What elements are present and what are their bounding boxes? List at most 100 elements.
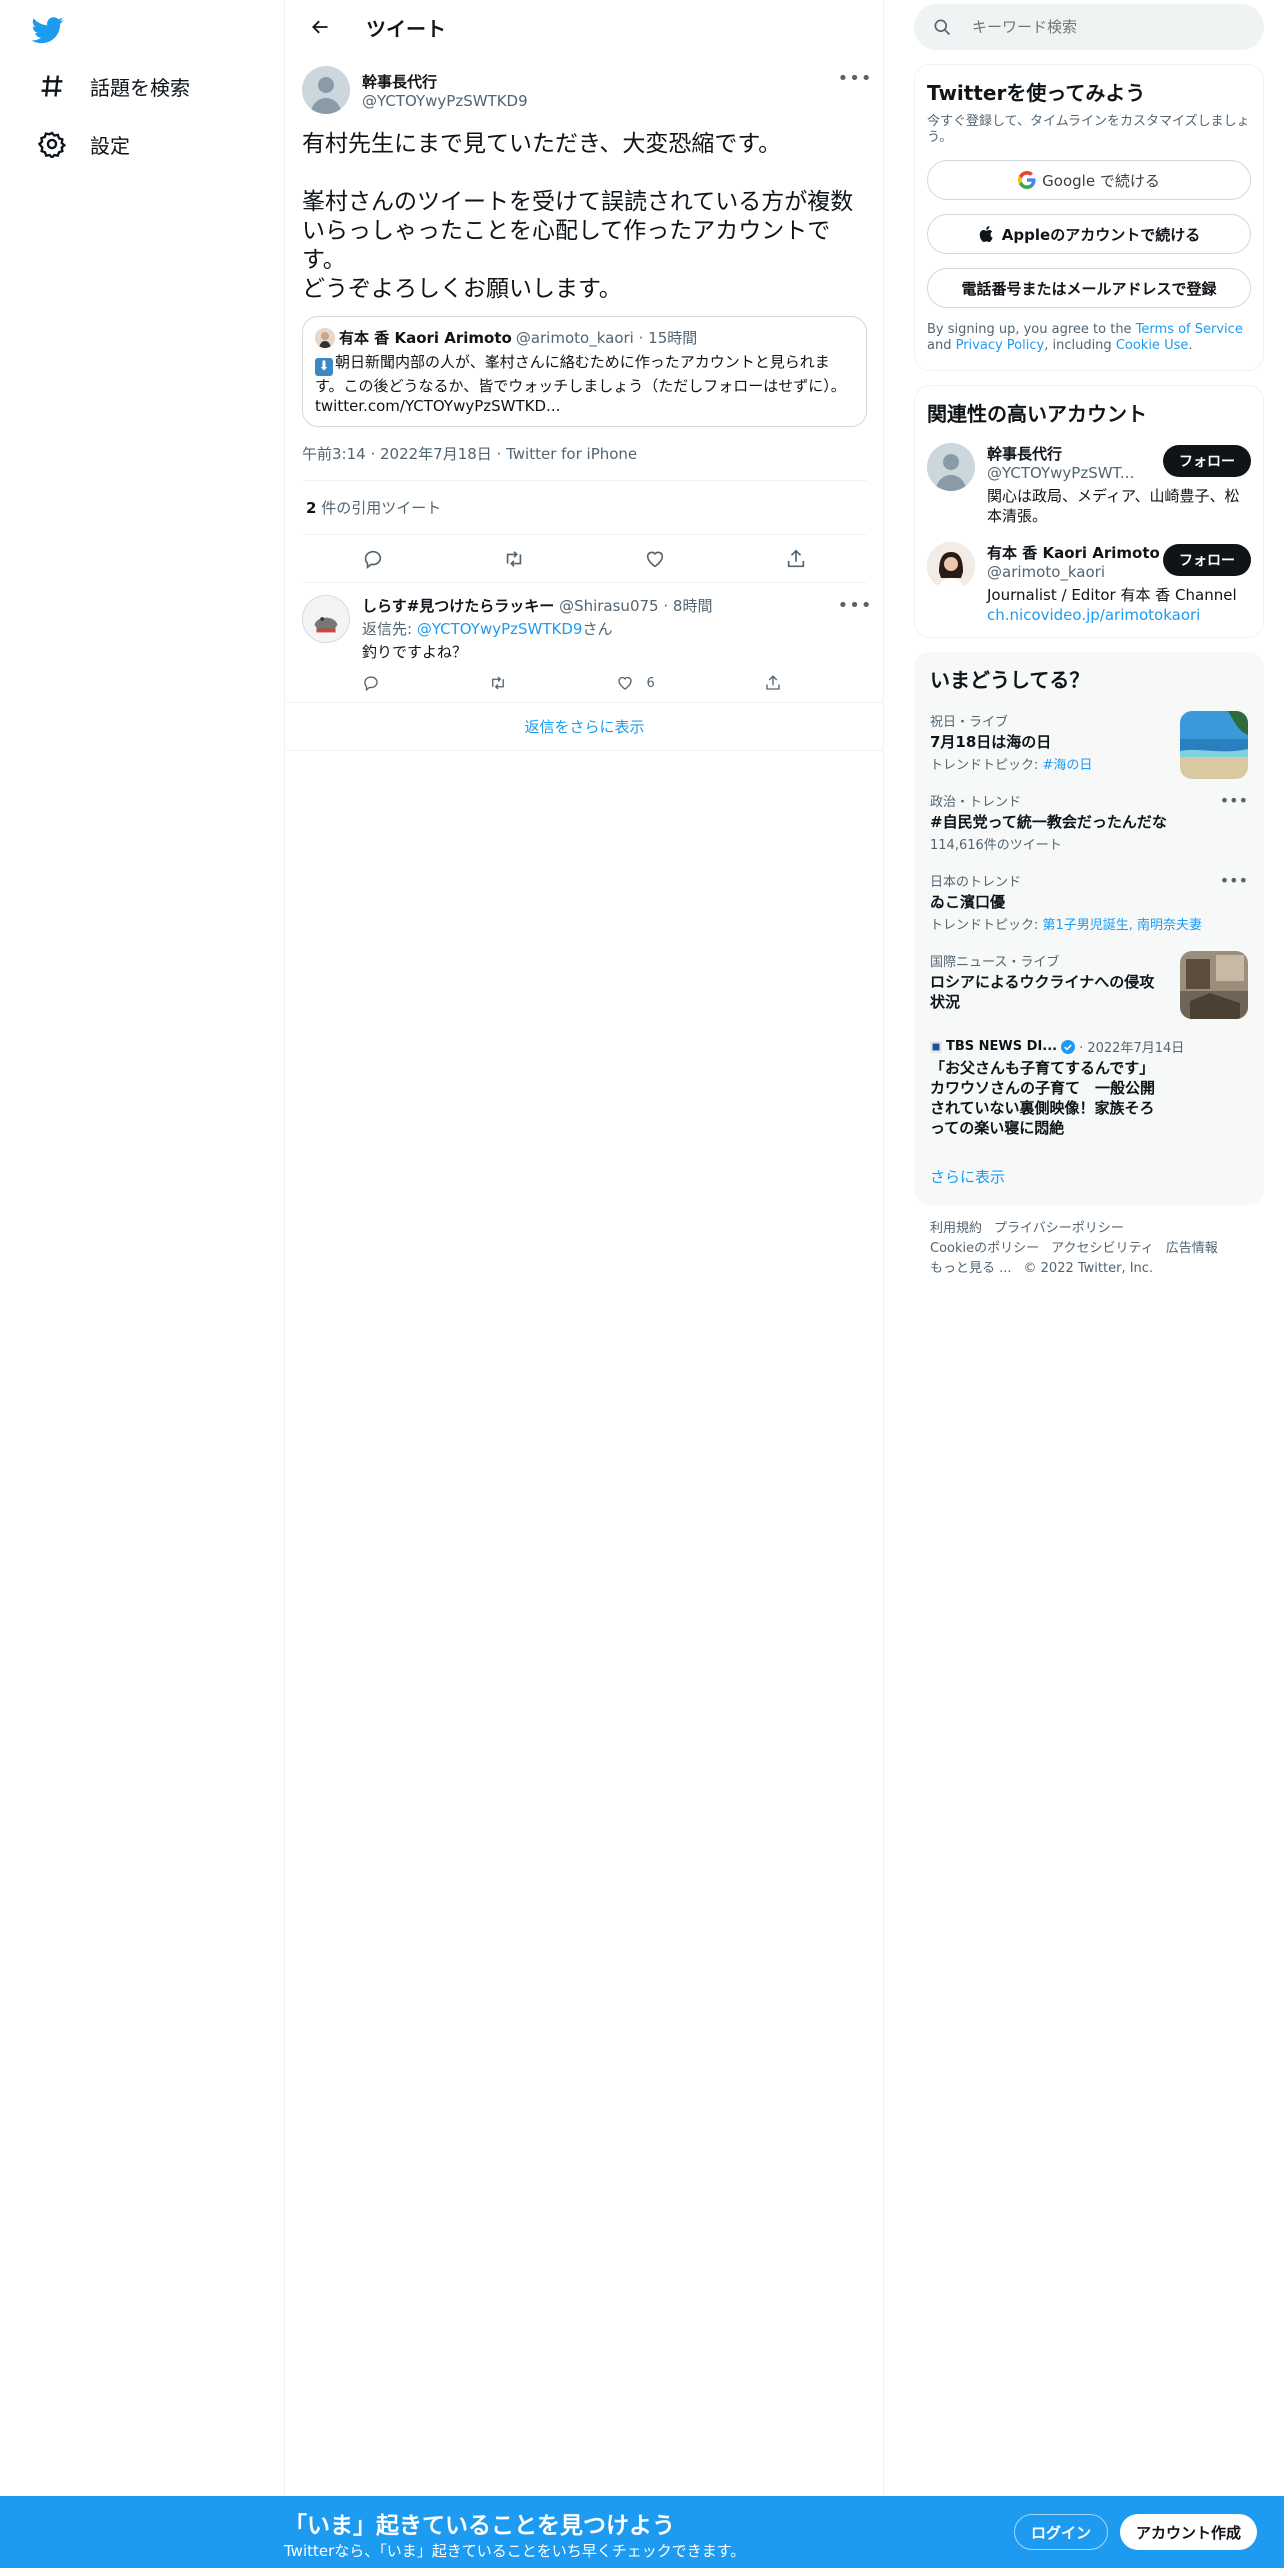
quote-author-handle: @arimoto_kaori	[515, 328, 634, 347]
more-options-icon[interactable]: •••	[1220, 871, 1248, 890]
like-icon[interactable]	[644, 548, 666, 570]
quote-body: ⬇ 朝日新聞内部の人が、峯村さんに絡むために作ったアカウントと見られます。この後ど…	[315, 352, 854, 416]
more-options-icon[interactable]: •••	[1220, 791, 1248, 810]
terms-including: , including	[1044, 338, 1116, 353]
more-options-icon[interactable]: •••	[838, 595, 872, 616]
reply-icon[interactable]	[362, 674, 380, 692]
search-icon	[932, 17, 952, 37]
trend-sub-prefix: トレンドトピック:	[930, 918, 1043, 933]
terms-of-service-link[interactable]: Terms of Service	[1136, 322, 1243, 337]
share-icon[interactable]	[764, 674, 782, 692]
signup-subtitle: 今すぐ登録して、タイムラインをカスタマイズしましょう。	[927, 114, 1250, 145]
quote-tweets-count[interactable]: 2 件の引用ツイート	[302, 481, 867, 535]
like-icon	[616, 674, 634, 692]
reply-to: 返信先: @YCTOYwyPzSWTKD9さん	[362, 618, 867, 639]
news-logo-icon	[930, 1040, 942, 1053]
related-user-bio-text: Journalist / Editor 有本 香 Channel	[987, 586, 1237, 604]
related-user-bio: 関心は政局、メディア、山崎豊子、松本清張。	[987, 487, 1240, 525]
follow-button[interactable]: フォロー	[1163, 544, 1251, 576]
avatar[interactable]	[302, 595, 350, 643]
avatar[interactable]	[302, 66, 350, 114]
quote-count-label: 件の引用ツイート	[316, 499, 442, 517]
phone-email-signup-button[interactable]: 電話番号またはメールアドレスで登録	[927, 268, 1251, 308]
privacy-policy-link[interactable]: Privacy Policy	[956, 338, 1045, 353]
trend-sub-link[interactable]: #海の日	[1043, 758, 1093, 773]
search-input[interactable]	[972, 18, 1232, 36]
tweet-author: 幹事長代行 @YCTOYwyPzSWTKD9 •••	[302, 64, 872, 116]
signup-title: Twitterを使ってみよう	[927, 81, 1146, 105]
retweet-icon[interactable]	[489, 674, 507, 692]
reply-header: しらす#見つけたらラッキー @Shirasu075 · 8時間	[362, 597, 713, 615]
author-name[interactable]: 幹事長代行	[362, 71, 528, 92]
author-handle[interactable]: @YCTOYwyPzSWTKD9	[362, 92, 528, 110]
apple-icon	[978, 225, 996, 243]
share-icon[interactable]	[785, 548, 807, 570]
footer-link[interactable]: Cookieのポリシー	[930, 1241, 1039, 1256]
reply-tweet[interactable]: しらす#見つけたらラッキー @Shirasu075 · 8時間 返信先: @YC…	[286, 583, 883, 703]
reply-time[interactable]: 8時間	[673, 597, 713, 615]
trend-title: #自民党って統一教会だったんだな	[930, 813, 1167, 831]
news-item[interactable]: TBS NEWS DI... · 2022年7月14日 「お父さんも子育てするん…	[930, 1037, 1248, 1138]
trends-show-more-link[interactable]: さらに表示	[930, 1166, 1248, 1193]
bottom-bar-title: 「いま」起きていることを見つけよう	[284, 2513, 675, 2539]
quote-header: 有本 香 Kaori Arimoto @arimoto_kaori · 15時間	[315, 327, 854, 348]
reply-author-handle[interactable]: @Shirasu075	[559, 597, 659, 615]
terms-prefix: By signing up, you agree to the	[927, 322, 1136, 337]
footer-link[interactable]: もっと見る ...	[930, 1261, 1012, 1276]
google-signup-button[interactable]: Google で続ける	[927, 160, 1251, 200]
trend-item[interactable]: 日本のトレンド ゐこ濱口優 トレンドトピック: 第1子男児誕生, 南明奈夫妻 •…	[930, 871, 1248, 933]
show-more-replies-link[interactable]: 返信をさらに表示	[286, 703, 883, 751]
news-title: 「お父さんも子育てするんです」カワウソさんの子育て 一般公開されていない裏側映像…	[930, 1059, 1156, 1137]
twitter-bird-icon[interactable]	[32, 14, 64, 46]
quoted-tweet[interactable]: 有本 香 Kaori Arimoto @arimoto_kaori · 15時間…	[302, 316, 867, 427]
follow-button[interactable]: フォロー	[1163, 445, 1251, 477]
like-count: 6	[646, 675, 655, 691]
left-navigation: 話題を検索 設定	[0, 0, 285, 2496]
trend-item[interactable]: 政治・トレンド #自民党って統一教会だったんだな 114,616件のツイート •…	[930, 791, 1248, 853]
apple-signup-button[interactable]: Appleのアカウントで続ける	[927, 214, 1251, 254]
trend-sub-link[interactable]: 第1子男児誕生, 南明奈夫妻	[1043, 918, 1203, 933]
footer-link[interactable]: 広告情報	[1166, 1241, 1218, 1256]
reply-to-prefix: 返信先:	[362, 620, 417, 638]
cookie-use-link[interactable]: Cookie Use	[1116, 338, 1189, 353]
footer-link[interactable]: アクセシビリティ	[1051, 1241, 1154, 1256]
tweet-timestamp: 午前3:14 · 2022年7月18日 · Twitter for iPhone	[302, 443, 867, 481]
nav-item-explore[interactable]: 話題を検索	[30, 60, 198, 112]
trends-card: いまどうしてる？ 祝日・ライブ 7月18日は海の日 トレンドトピック: #海の日…	[914, 652, 1264, 1205]
retweet-icon[interactable]	[503, 548, 525, 570]
quote-count-number: 2	[306, 499, 317, 517]
reply-text: 釣りですよね？	[362, 643, 468, 661]
search-bar[interactable]	[914, 4, 1264, 50]
reply-author-name[interactable]: しらす#見つけたらラッキー	[362, 597, 554, 615]
related-user[interactable]: 有本 香 Kaori Arimoto @arimoto_kaori Journa…	[927, 542, 1251, 625]
page-header: ツイート	[286, 0, 883, 54]
reply-icon[interactable]	[362, 548, 384, 570]
signup-card: Twitterを使ってみよう 今すぐ登録して、タイムラインをカスタマイズしましょ…	[914, 64, 1264, 371]
trend-title: ロシアによるウクライナへの侵攻状況	[930, 973, 1155, 1011]
google-signup-label: Google で続ける	[1042, 171, 1160, 190]
footer-links: 利用規約 プライバシーポリシー Cookieのポリシー アクセシビリティ 広告情報 も…	[914, 1219, 1264, 1279]
login-button[interactable]: ログイン	[1014, 2514, 1109, 2550]
like-button[interactable]: 6	[616, 674, 655, 692]
footer-link[interactable]: プライバシーポリシー	[994, 1221, 1124, 1236]
related-user[interactable]: 幹事長代行 @YCTOYwyPzSWT... 関心は政局、メディア、山崎豊子、松…	[927, 443, 1251, 526]
create-account-button[interactable]: アカウント作成	[1120, 2514, 1258, 2550]
trend-subtitle: 114,616件のツイート	[930, 838, 1062, 853]
reply-to-handle[interactable]: @YCTOYwyPzSWTKD9	[417, 620, 583, 638]
related-user-bio-link[interactable]: ch.nicovideo.jp/arimotokaori	[987, 606, 1200, 624]
trend-sub-prefix: トレンドトピック:	[930, 758, 1043, 773]
main-tweet: 幹事長代行 @YCTOYwyPzSWTKD9 ••• 有村先生にまで見ていただき…	[286, 54, 883, 583]
avatar[interactable]	[927, 542, 975, 590]
news-source-name: TBS NEWS DI...	[946, 1039, 1058, 1054]
tweet-text: 有村先生にまで見ていただき、大変恐縮です。 峯村さんのツイートを受けて誤読されて…	[302, 131, 854, 302]
nav-item-settings[interactable]: 設定	[30, 118, 138, 170]
news-date: · 2022年7月14日	[1079, 1041, 1185, 1056]
back-arrow-icon[interactable]	[302, 9, 338, 45]
trend-item[interactable]: 国際ニュース・ライブ ロシアによるウクライナへの侵攻状況	[930, 951, 1248, 1019]
footer-link[interactable]: 利用規約	[930, 1221, 982, 1236]
quote-text: 朝日新聞内部の人が、峯村さんに絡むために作ったアカウントと見られます。この後どう…	[315, 353, 846, 395]
avatar[interactable]	[927, 443, 975, 491]
trend-title: ゐこ濱口優	[930, 893, 1006, 911]
more-options-icon[interactable]: •••	[838, 68, 872, 89]
trend-item[interactable]: 祝日・ライブ 7月18日は海の日 トレンドトピック: #海の日	[930, 711, 1248, 779]
